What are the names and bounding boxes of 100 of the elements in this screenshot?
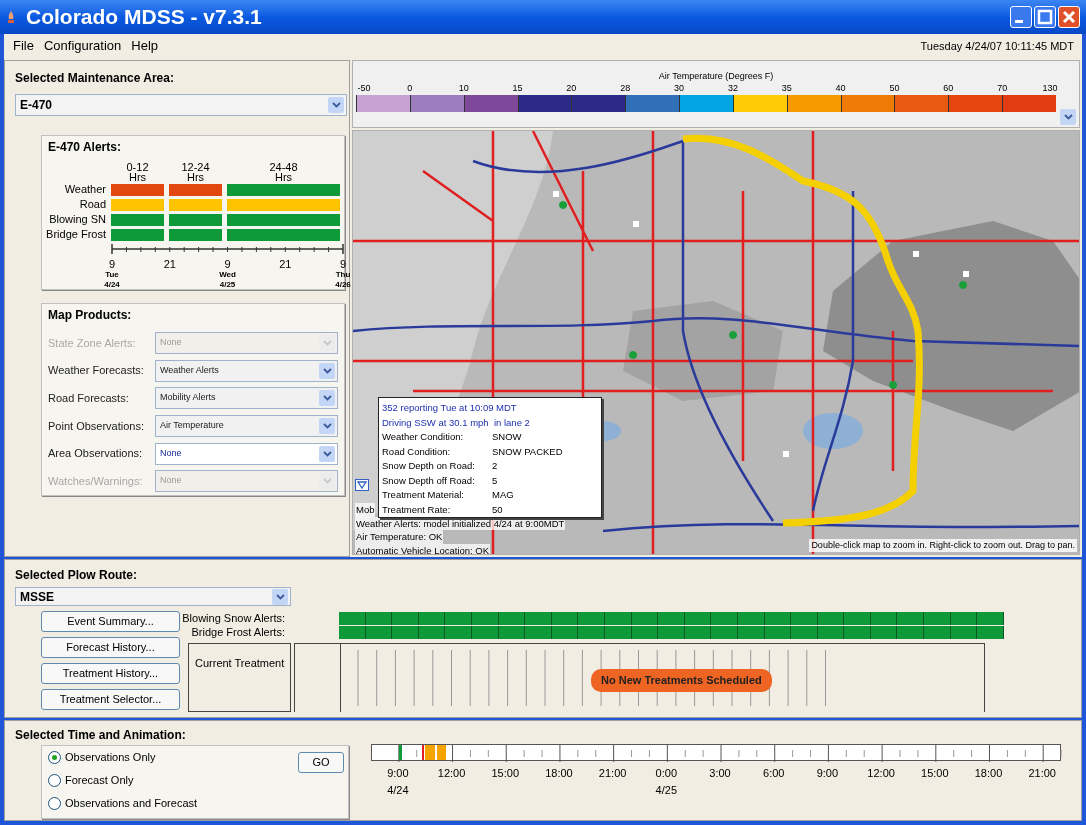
- tooltip-header: 352 reporting Tue at 10:09 MDT: [382, 401, 518, 415]
- date-time: Tuesday 4/24/07 10:11:45 MDT: [920, 38, 1074, 54]
- tick-label: -50: [357, 82, 371, 95]
- action-button[interactable]: Treatment History...: [41, 663, 180, 684]
- app-icon: [6, 10, 16, 24]
- legend-title: Air Temperature (Degrees F): [658, 71, 774, 81]
- column-header: 24-48: [269, 162, 298, 172]
- section-title: Selected Maintenance Area:: [15, 70, 175, 87]
- triangle-down-icon[interactable]: [355, 479, 369, 491]
- field-label: State Zone Alerts:: [48, 335, 137, 351]
- date-label: 4/24: [387, 783, 409, 798]
- panel-title: E-470 Alerts:: [48, 139, 122, 156]
- field-label: Treatment Material:: [382, 488, 465, 502]
- close-icon[interactable]: [1058, 6, 1080, 28]
- section-title: Selected Plow Route:: [15, 567, 138, 584]
- action-button[interactable]: Forecast History...: [41, 637, 180, 658]
- dropdown[interactable]: None: [155, 442, 338, 465]
- time-label: 12:00: [437, 766, 466, 781]
- field-label: Weather Condition:: [382, 430, 465, 444]
- date-label: 4/25: [655, 783, 678, 798]
- status-badge: No New Treatments Scheduled: [591, 669, 772, 692]
- time-label: 21:00: [598, 766, 627, 781]
- axis-label: 4/24: [104, 280, 120, 290]
- radio-button[interactable]: [48, 751, 61, 764]
- tick-label: 130: [1042, 82, 1058, 95]
- time-label: 18:00: [545, 766, 573, 781]
- field-value: SNOW: [492, 430, 522, 444]
- axis-label: 4/26: [335, 280, 351, 290]
- time-label: 6:00: [763, 766, 785, 781]
- action-button[interactable]: Treatment Selector...: [41, 689, 180, 710]
- field-value: 5: [492, 473, 498, 488]
- tooltip-header: Driving SSW at 30.1 mph in lane 2: [382, 416, 531, 430]
- field-value: SNOW PACKED: [492, 444, 563, 459]
- axis-label: 21: [163, 258, 176, 270]
- row-label: Weather: [63, 182, 106, 197]
- time-label: 9:00: [387, 766, 409, 781]
- dropdown[interactable]: Weather Alerts: [155, 359, 338, 382]
- time-label: 15:00: [491, 766, 519, 781]
- radio-label: Forecast Only: [65, 773, 134, 789]
- field-label: Road Forecasts:: [48, 390, 130, 406]
- timeline-track[interactable]: [371, 744, 1061, 761]
- minimize-icon[interactable]: [1010, 6, 1032, 28]
- field-label: Watches/Warnings:: [48, 473, 144, 489]
- section-title: Selected Time and Animation:: [15, 727, 186, 744]
- column-header: Hrs: [128, 172, 147, 182]
- tick-label: 28: [620, 82, 631, 95]
- axis-label: 9: [339, 258, 347, 270]
- field-label: Weather Forecasts:: [48, 363, 145, 379]
- column-header: Hrs: [274, 172, 293, 182]
- row-label: Bridge Frost: [45, 227, 106, 242]
- field-label: Snow Depth on Road:: [382, 459, 476, 473]
- axis-label: Wed: [219, 270, 236, 280]
- axis-label: 9: [224, 258, 231, 270]
- field-label: Snow Depth off Road:: [382, 473, 476, 488]
- radio-label: Observations and Forecast: [65, 796, 198, 812]
- panel-title: Map Products:: [48, 307, 133, 324]
- radio-button[interactable]: [48, 774, 61, 787]
- row-label: Blowing SN: [48, 212, 106, 227]
- column-header: Hrs: [186, 172, 205, 182]
- time-label: 0:00: [655, 766, 678, 781]
- dropdown[interactable]: E-470: [15, 94, 347, 116]
- tick-label: 15: [512, 82, 523, 95]
- axis-label: 4/25: [219, 280, 236, 290]
- tick-label: 32: [727, 82, 738, 95]
- axis-label: Tue: [105, 270, 119, 280]
- time-label: 15:00: [921, 766, 949, 781]
- tick-label: 20: [566, 82, 577, 95]
- go-button[interactable]: GO: [298, 752, 344, 773]
- tick-label: 50: [889, 82, 900, 95]
- tick-label: 30: [674, 82, 685, 95]
- field-value: 2: [492, 459, 498, 473]
- action-button[interactable]: Event Summary...: [41, 611, 180, 632]
- axis-label: 21: [279, 258, 292, 270]
- row-label: Blowing Snow Alerts:: [182, 612, 285, 625]
- column-header: 12-24: [181, 162, 210, 172]
- axis-label: Thu: [335, 270, 351, 280]
- column-header: 0-12: [126, 162, 149, 172]
- axis-label: 9: [108, 258, 116, 270]
- tick-label: 70: [997, 82, 1008, 95]
- field-value: 50: [492, 502, 503, 517]
- row-label: Road: [78, 197, 106, 212]
- panel-label: Current Treatment: [195, 657, 285, 669]
- time-label: 18:00: [974, 766, 1003, 781]
- time-label: 21:00: [1028, 766, 1056, 781]
- menu-item[interactable]: File: [12, 36, 35, 56]
- radio-button[interactable]: [48, 797, 61, 810]
- dropdown[interactable]: MSSE: [15, 587, 291, 606]
- window-title: Colorado MDSS - v7.3.1: [26, 4, 263, 31]
- dropdown[interactable]: Air Temperature: [155, 414, 338, 437]
- tick-label: 60: [943, 82, 954, 95]
- time-label: 12:00: [867, 766, 895, 781]
- field-label: Road Condition:: [382, 444, 452, 459]
- field-label: Treatment Rate:: [382, 502, 452, 517]
- maximize-icon[interactable]: [1034, 6, 1056, 28]
- radio-label: Observations Only: [65, 750, 156, 766]
- menu-item[interactable]: Configuration: [42, 36, 123, 56]
- tick-label: 40: [835, 82, 846, 95]
- dropdown[interactable]: Mobility Alerts: [155, 387, 338, 410]
- field-label: Point Observations:: [48, 418, 145, 434]
- menu-item[interactable]: Help: [130, 36, 160, 56]
